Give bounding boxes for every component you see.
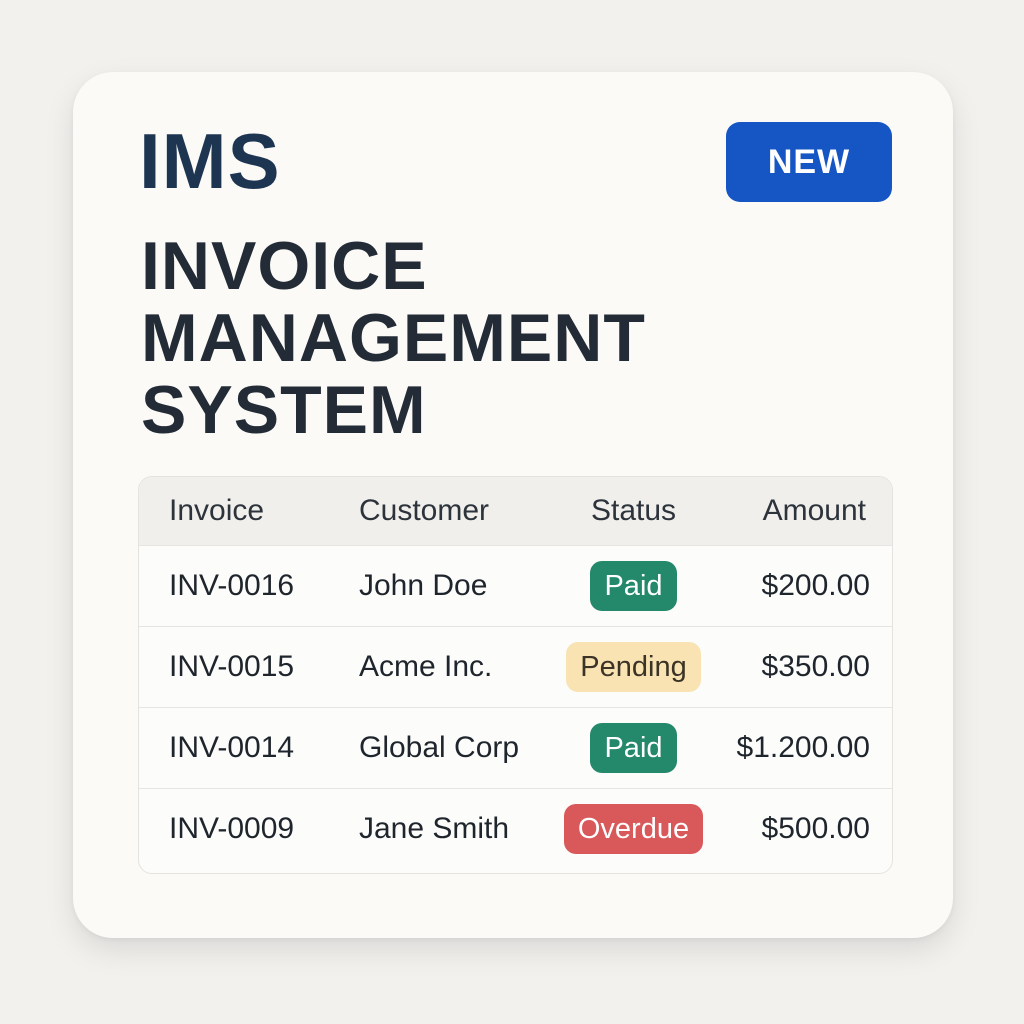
status-badge: Paid xyxy=(590,561,677,611)
customer-name: Global Corp xyxy=(359,731,520,764)
invoice-number: INV-0015 xyxy=(169,650,295,683)
table-row[interactable]: INV-0009 Jane Smith Overdue $500.00 xyxy=(139,788,892,869)
table-row[interactable]: INV-0016 John Doe Paid $200.00 xyxy=(139,545,892,626)
invoice-number: INV-0016 xyxy=(169,569,295,602)
column-header-status-label: Status xyxy=(590,494,677,527)
page-title-line: MANAGEMENT xyxy=(141,300,646,376)
column-header-amount[interactable]: Amount xyxy=(716,494,892,528)
new-button[interactable]: NEW xyxy=(726,122,892,202)
customer-name: Jane Smith xyxy=(359,812,510,845)
invoice-number: INV-0014 xyxy=(169,731,295,764)
page-title-line: INVOICE xyxy=(141,228,428,304)
table-header: Invoice Customer Status Amount xyxy=(139,477,892,545)
table-row[interactable]: INV-0015 Acme Inc. Pending $350.00 xyxy=(139,626,892,707)
column-header-invoice[interactable]: Invoice xyxy=(139,494,351,528)
page-title: INVOICE MANAGEMENT SYSTEM xyxy=(141,230,841,446)
column-header-customer[interactable]: Customer xyxy=(351,494,551,528)
status-badge: Paid xyxy=(590,723,677,773)
invoice-amount: $200.00 xyxy=(761,569,870,602)
invoice-amount: $1.200.00 xyxy=(736,731,870,764)
invoice-amount: $350.00 xyxy=(761,650,870,683)
customer-name: John Doe xyxy=(359,569,488,602)
invoice-table: Invoice Customer Status Amount INV-0016 … xyxy=(138,476,893,874)
invoice-number: INV-0009 xyxy=(169,812,295,845)
table-row[interactable]: INV-0014 Global Corp Paid $1.200.00 xyxy=(139,707,892,788)
app-card: IMS NEW INVOICE MANAGEMENT SYSTEM Invoic… xyxy=(73,72,953,938)
page-title-line: SYSTEM xyxy=(141,372,427,448)
column-header-status[interactable]: Status xyxy=(551,494,716,528)
status-badge: Overdue xyxy=(563,804,704,854)
brand-logo-text: IMS xyxy=(139,117,281,205)
customer-name: Acme Inc. xyxy=(359,650,493,683)
invoice-amount: $500.00 xyxy=(761,812,870,845)
status-badge: Pending xyxy=(566,642,701,692)
